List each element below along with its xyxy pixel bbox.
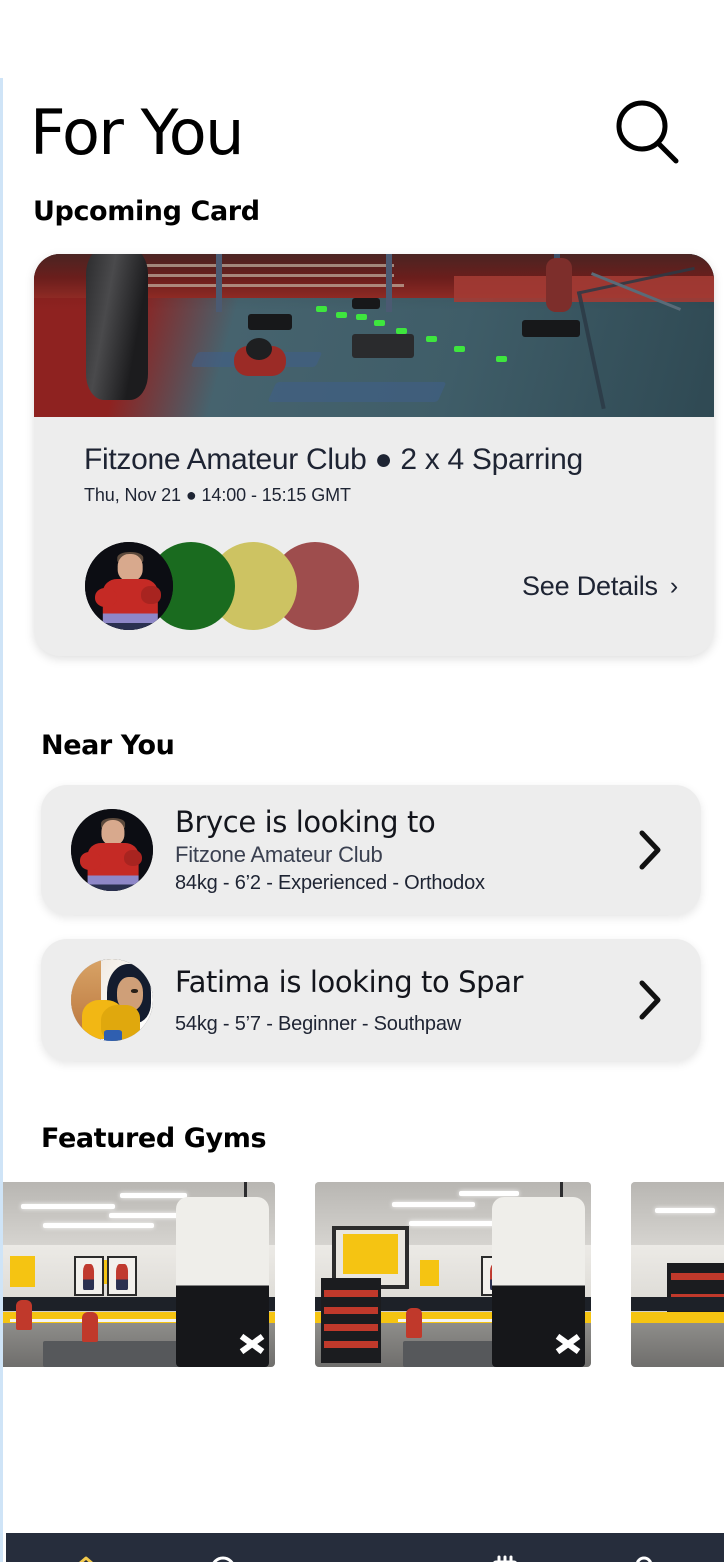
participant-avatar-stack[interactable] <box>84 542 359 630</box>
nav-item-feed[interactable]: Feed <box>295 1549 435 1562</box>
bottom-navigation-bar: Home Explore Feed Cards Profile <box>6 1533 724 1562</box>
calendar-icon <box>492 1555 517 1562</box>
gym-card[interactable] <box>3 1182 275 1367</box>
event-datetime: Thu, Nov 21 ● 14:00 - 15:15 GMT <box>84 485 351 505</box>
search-icon <box>616 100 679 164</box>
near-you-list: Bryce is looking to Fitzone Amateur Club… <box>3 785 724 1061</box>
page-header: For You <box>3 78 724 188</box>
nav-item-home[interactable]: Home <box>16 1549 156 1562</box>
page-title: For You <box>30 96 244 169</box>
near-you-heading: Near You <box>41 730 175 761</box>
featured-gyms-heading: Featured Gyms <box>41 1123 267 1154</box>
person-icon <box>636 1556 653 1562</box>
list-item-title: Fatima is looking to Spar <box>175 964 524 999</box>
nav-item-cards[interactable]: Cards <box>435 1549 575 1562</box>
list-item-stats: 84kg - 6’2 - Experienced - Orthodox <box>175 872 485 894</box>
chevron-right-icon[interactable] <box>631 980 671 1020</box>
list-item-subtitle: Fitzone Amateur Club <box>175 842 383 867</box>
see-details-label: See Details <box>521 570 658 601</box>
event-title: Fitzone Amateur Club ● 2 x 4 Sparring <box>84 443 583 476</box>
upcoming-card[interactable]: Fitzone Amateur Club ● 2 x 4 Sparring Th… <box>34 254 714 656</box>
avatar[interactable] <box>85 542 173 630</box>
chevron-right-icon: › <box>669 571 678 600</box>
upcoming-card-hero-image <box>34 254 714 417</box>
menu-icon <box>346 1553 384 1562</box>
avatar <box>71 959 153 1041</box>
featured-gyms-carousel[interactable] <box>3 1182 724 1382</box>
search-icon <box>213 1556 234 1562</box>
avatar <box>71 809 153 891</box>
list-item-title: Bryce is looking to <box>175 805 436 839</box>
see-details-button[interactable]: See Details › <box>522 571 678 602</box>
gym-card[interactable] <box>631 1182 724 1367</box>
list-item[interactable]: Fatima is looking to Spar 54kg - 5’7 - B… <box>41 939 701 1061</box>
nav-item-profile[interactable]: Profile <box>574 1549 714 1562</box>
participants-row: See Details › <box>84 542 714 630</box>
gym-card[interactable] <box>315 1182 591 1367</box>
nav-item-explore[interactable]: Explore <box>156 1549 296 1562</box>
search-button[interactable] <box>608 93 688 173</box>
list-item-stats: 54kg - 5’7 - Beginner - Southpaw <box>175 1012 461 1035</box>
list-item[interactable]: Bryce is looking to Fitzone Amateur Club… <box>41 785 701 915</box>
upcoming-card-heading: Upcoming Card <box>33 196 260 227</box>
home-icon <box>78 1556 93 1562</box>
chevron-right-icon[interactable] <box>631 830 671 870</box>
